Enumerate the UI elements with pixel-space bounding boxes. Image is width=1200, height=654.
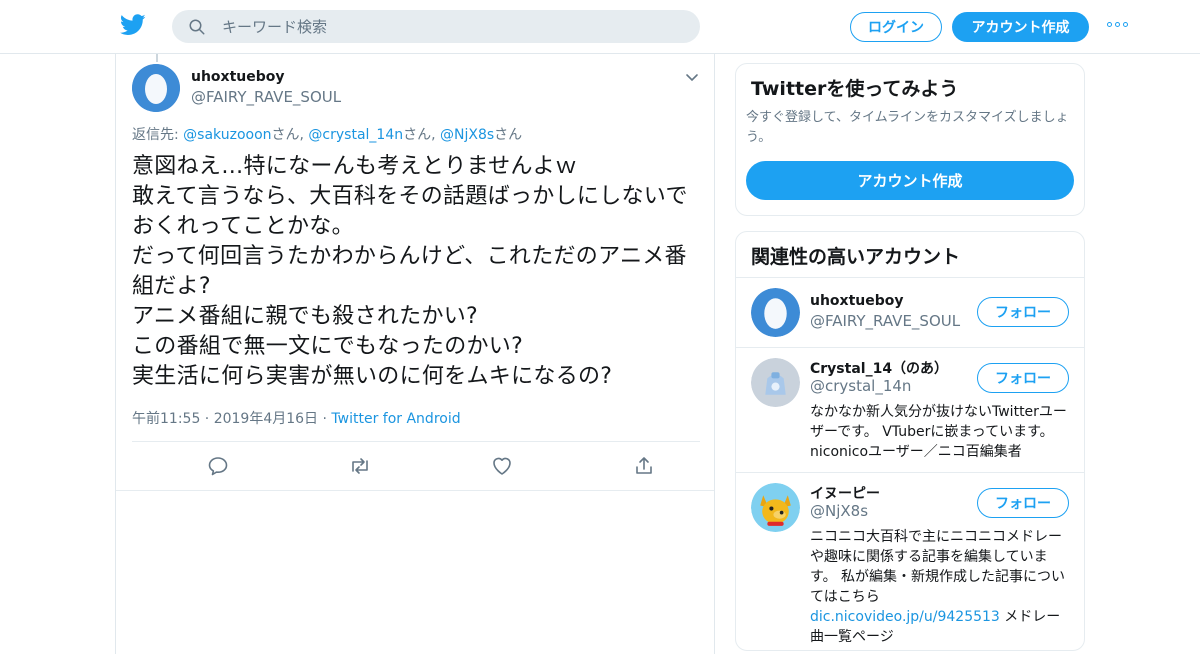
reply-mention[interactable]: @NjX8s: [440, 127, 494, 143]
meta-separator: ·: [318, 411, 332, 427]
chevron-down-icon[interactable]: [684, 70, 700, 86]
retweet-icon[interactable]: [348, 454, 372, 478]
tweet-meta: 午前11:55 · 2019年4月16日 · Twitter for Andro…: [132, 408, 461, 428]
account-bio: ニコニコ大百科で主にニコニコメドレーや趣味に関係する記事を編集しています。 私が…: [810, 527, 1072, 647]
related-accounts-title: 関連性の高いアカウント: [751, 246, 961, 268]
twitter-bird-logo-icon[interactable]: [120, 14, 146, 36]
like-icon[interactable]: [490, 454, 514, 478]
author-avatar[interactable]: [132, 64, 180, 112]
reply-to-line: 返信先: @sakuzooonさん, @crystal_14nさん, @NjX8…: [132, 124, 522, 144]
divider: [132, 441, 700, 442]
signup-card: Twitterを使ってみよう 今すぐ登録して、タイムラインをカスタマイズしましょ…: [735, 63, 1085, 216]
follow-button[interactable]: フォロー: [977, 363, 1069, 393]
author-name[interactable]: uhoxtueboy: [191, 69, 285, 85]
mention-suffix: さん,: [271, 127, 309, 143]
related-accounts-card: 関連性の高いアカウント uhoxtueboy @FAIRY_RAVE_SOUL …: [735, 231, 1085, 651]
reply-to-prefix: 返信先:: [132, 127, 184, 143]
account-handle[interactable]: @crystal_14n: [810, 377, 911, 395]
follow-button[interactable]: フォロー: [977, 297, 1069, 327]
signup-button[interactable]: アカウント作成: [952, 12, 1089, 42]
reply-icon[interactable]: [206, 454, 230, 478]
search-box[interactable]: [172, 10, 700, 43]
signup-card-title: Twitterを使ってみよう: [751, 78, 959, 100]
reply-mention[interactable]: @sakuzooon: [183, 127, 271, 143]
login-button[interactable]: ログイン: [850, 12, 942, 42]
signup-card-description: 今すぐ登録して、タイムラインをカスタマイズしましょう。: [746, 110, 1069, 145]
follow-button[interactable]: フォロー: [977, 488, 1069, 518]
author-handle[interactable]: @FAIRY_RAVE_SOUL: [191, 88, 341, 106]
account-name[interactable]: uhoxtueboy: [810, 293, 904, 309]
related-account-item[interactable]: イヌーピー @NjX8s フォロー ニコニコ大百科で主にニコニコメドレーや趣味に…: [736, 473, 1084, 653]
account-avatar[interactable]: [751, 358, 800, 407]
tweet-timestamp[interactable]: 午前11:55 · 2019年4月16日: [132, 411, 318, 427]
search-input[interactable]: [222, 17, 662, 36]
mention-suffix: さん,: [403, 127, 441, 143]
related-account-item[interactable]: uhoxtueboy @FAIRY_RAVE_SOUL フォロー: [736, 278, 1084, 347]
tweet-text: 意図ねえ…特になーんも考えとりませんよｗ 敢えて言うなら、大百科をその話題ばっか…: [132, 154, 688, 389]
account-handle[interactable]: @FAIRY_RAVE_SOUL: [810, 312, 960, 330]
account-avatar[interactable]: [751, 288, 800, 337]
account-avatar[interactable]: [751, 483, 800, 532]
more-options-icon[interactable]: [1107, 22, 1128, 27]
thread-connector-line: [156, 54, 158, 62]
account-bio-text: ニコニコ大百科で主にニコニコメドレーや趣味に関係する記事を編集しています。 私が…: [810, 529, 1066, 605]
account-name[interactable]: イヌーピー: [810, 483, 880, 503]
tweet-detail-panel: uhoxtueboy @FAIRY_RAVE_SOUL 返信先: @sakuzo…: [115, 54, 715, 654]
divider: [116, 490, 714, 491]
search-icon: [189, 19, 205, 34]
account-bio-link[interactable]: dic.nicovideo.jp/u/9425513: [810, 609, 1000, 625]
related-account-item[interactable]: Crystal_14（のあ） @crystal_14n フォロー なかなか新人気…: [736, 348, 1084, 472]
account-bio: なかなか新人気分が抜けないTwitterユーザーです。 VTuberに嵌まってい…: [810, 404, 1067, 460]
top-navigation-bar: ログイン アカウント作成: [0, 0, 1200, 54]
tweet-source-link[interactable]: Twitter for Android: [331, 411, 460, 427]
reply-mention[interactable]: @crystal_14n: [308, 127, 403, 143]
signup-card-button[interactable]: アカウント作成: [746, 161, 1074, 200]
share-icon[interactable]: [632, 454, 656, 478]
account-name[interactable]: Crystal_14（のあ）: [810, 358, 948, 378]
tweet-actions: [132, 452, 700, 480]
account-handle[interactable]: @NjX8s: [810, 502, 868, 520]
mention-suffix: さん: [494, 127, 523, 143]
